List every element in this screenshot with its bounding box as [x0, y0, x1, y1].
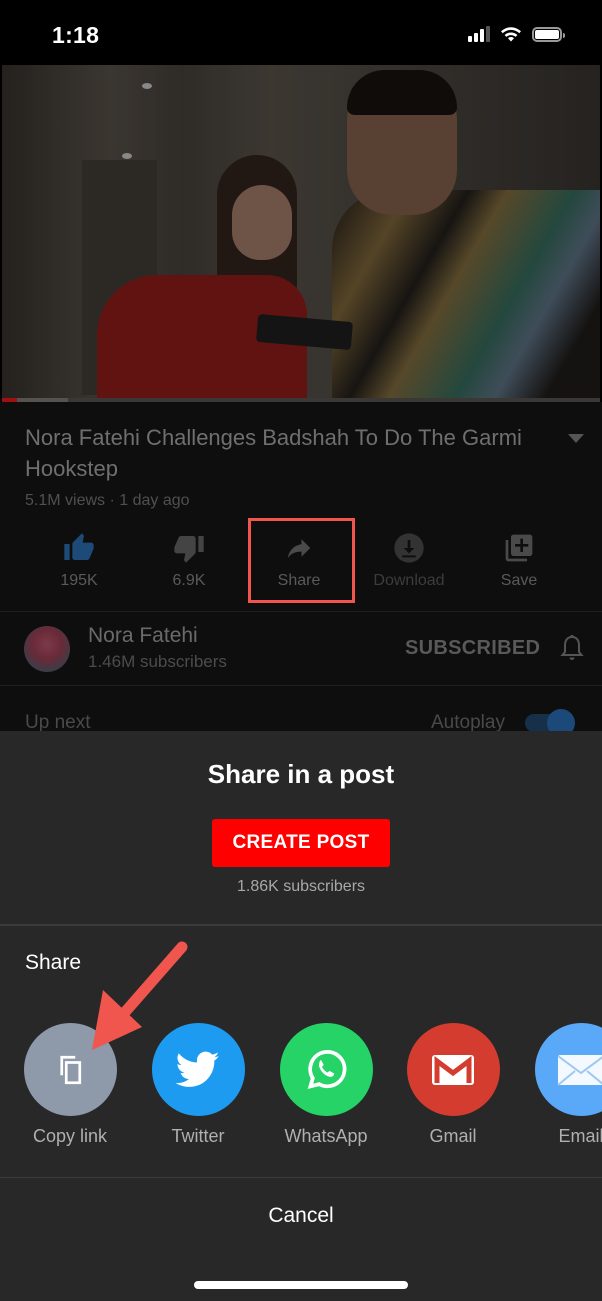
- share-target-label: WhatsApp: [284, 1126, 368, 1146]
- add-to-playlist-icon: [505, 534, 533, 562]
- share-section-label: Share: [25, 951, 82, 974]
- share-email[interactable]: Email: [526, 1023, 602, 1147]
- copy-link-icon: [23, 1023, 117, 1116]
- email-icon: [534, 1023, 602, 1116]
- home-indicator[interactable]: [194, 1281, 408, 1289]
- dislike-count: 6.9K: [172, 572, 206, 589]
- battery-icon: [532, 27, 565, 42]
- cancel-button[interactable]: Cancel: [0, 1196, 602, 1236]
- video-title: Nora Fatehi Challenges Badshah To Do The…: [25, 425, 522, 481]
- save-label: Save: [500, 572, 538, 589]
- post-subscribers: 1.86K subscribers: [236, 878, 366, 895]
- share-target-label: Copy link: [32, 1126, 108, 1146]
- status-icons: [468, 26, 565, 42]
- like-count: 195K: [60, 572, 98, 589]
- video-meta: 5.1M views · 1 day ago: [25, 492, 190, 509]
- create-post-button[interactable]: CREATE POST: [212, 819, 390, 867]
- video-info: Nora Fatehi Challenges Badshah To Do The…: [0, 402, 602, 737]
- expand-description-icon[interactable]: [568, 434, 584, 443]
- status-time: 1:18: [52, 22, 100, 48]
- share-target-label: Twitter: [171, 1126, 225, 1146]
- subscribed-button[interactable]: SUBSCRIBED: [405, 637, 540, 660]
- share-highlight-annotation: [248, 518, 355, 603]
- video-player[interactable]: [2, 65, 600, 401]
- dislike-button[interactable]: 6.9K: [134, 530, 244, 590]
- twitter-icon: [151, 1023, 245, 1116]
- channel-avatar[interactable]: [24, 626, 70, 672]
- bell-icon[interactable]: [560, 634, 584, 662]
- share-whatsapp[interactable]: WhatsApp: [271, 1023, 381, 1147]
- share-target-label: Gmail: [429, 1126, 477, 1146]
- download-button[interactable]: Download: [354, 530, 464, 590]
- signal-icon: [468, 26, 490, 42]
- share-twitter[interactable]: Twitter: [143, 1023, 253, 1147]
- channel-subscribers: 1.46M subscribers: [88, 652, 227, 671]
- divider: [0, 685, 602, 686]
- divider: [0, 1177, 602, 1178]
- share-in-post-title: Share in a post: [207, 759, 395, 789]
- whatsapp-icon: [279, 1023, 373, 1116]
- channel-name: Nora Fatehi: [88, 624, 198, 647]
- gmail-icon: [406, 1023, 500, 1116]
- channel-row[interactable]: Nora Fatehi 1.46M subscribers SUBSCRIBED: [0, 614, 602, 684]
- divider: [0, 924, 602, 926]
- save-button[interactable]: Save: [464, 530, 574, 590]
- share-copy-link[interactable]: Copy link: [15, 1023, 125, 1147]
- share-gmail[interactable]: Gmail: [398, 1023, 508, 1147]
- wifi-icon: [501, 27, 521, 42]
- like-button[interactable]: 195K: [24, 530, 134, 590]
- download-icon: [394, 533, 424, 563]
- status-bar: 1:18: [0, 0, 602, 65]
- divider: [0, 611, 602, 612]
- thumbs-up-icon: [64, 533, 94, 560]
- share-target-label: Email: [558, 1126, 602, 1146]
- share-sheet: Share in a post CREATE POST 1.86K subscr…: [0, 731, 602, 1301]
- thumbs-down-icon: [174, 536, 204, 563]
- share-targets-row[interactable]: Copy link Twitter WhatsApp Gmail Email: [0, 1023, 602, 1163]
- download-label: Download: [373, 572, 445, 589]
